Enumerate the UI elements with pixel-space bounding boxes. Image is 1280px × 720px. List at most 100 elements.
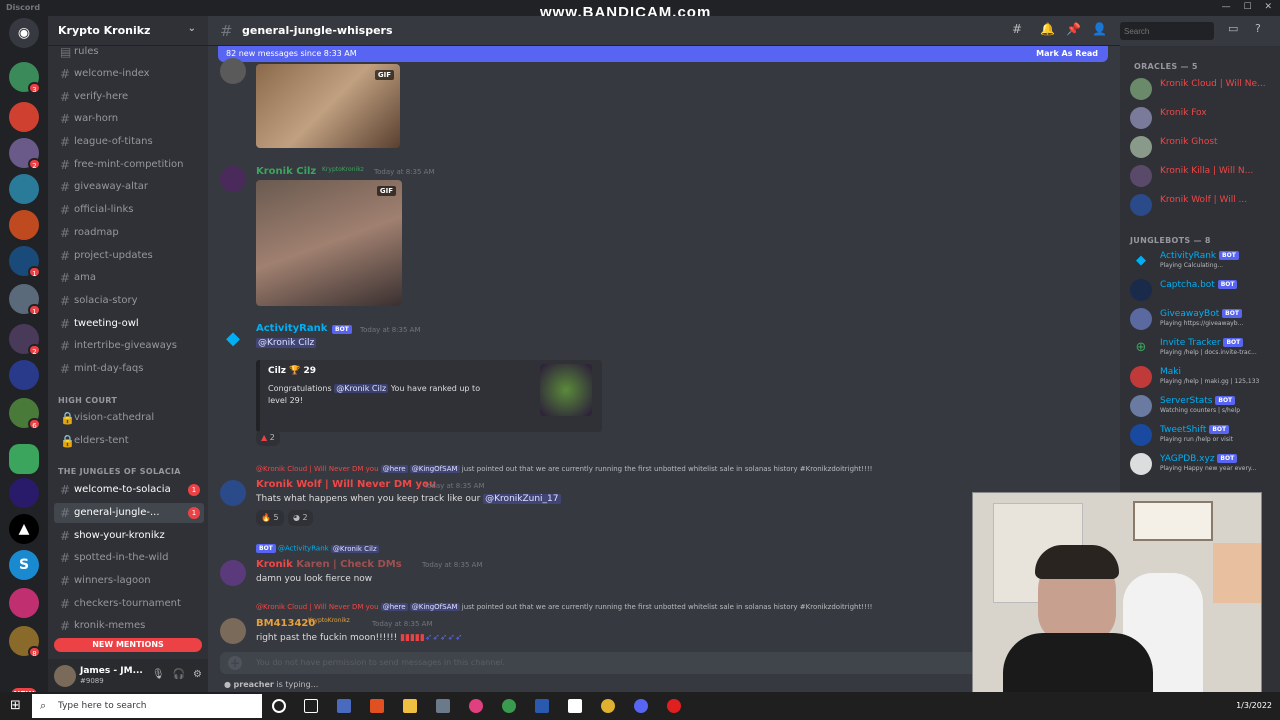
close-icon[interactable]: ✕ [1264,2,1272,12]
avatar[interactable] [220,166,246,192]
windows-start-icon[interactable]: ⊞ [10,698,21,713]
channel-war-horn[interactable]: # war-horn [54,109,204,129]
discord-home-icon[interactable]: ◉ [9,18,39,48]
avatar[interactable]: ◆ [220,326,246,352]
avatar[interactable] [220,560,246,586]
inbox-icon[interactable]: ▭ [1228,22,1238,35]
task-view-icon[interactable] [304,699,318,713]
member-item[interactable]: Kronik Ghost [1130,134,1275,160]
channel-solacia-story[interactable]: # solacia-story [54,291,204,311]
chrome-icon[interactable] [502,699,516,713]
channel-tweeting-owl[interactable]: # tweeting-owl [54,314,204,334]
member-item[interactable]: Kronik Wolf | Will ... [1130,192,1275,218]
app-icon[interactable] [436,699,450,713]
gear-icon[interactable]: ⚙ [193,669,202,680]
server-icon[interactable] [9,174,39,204]
member-item[interactable]: ⊕ Invite Tracker BOT Playing /help | docs.… [1130,335,1275,361]
app-icon[interactable] [370,699,384,713]
member-item[interactable]: Kronik Killa | Will N... [1130,163,1275,189]
message-author[interactable]: Kronik Karen | Check DMs [256,559,402,570]
app-icon[interactable] [469,699,483,713]
channel-checkers-tournament[interactable]: # checkers-tournament [54,594,204,614]
avatar[interactable] [220,480,246,506]
server-icon[interactable] [9,102,39,132]
app-icon[interactable] [337,699,351,713]
channel-kronik-memes[interactable]: # kronik-memes [54,616,204,636]
headphones-icon[interactable]: 🎧 [173,669,185,680]
server-icon[interactable] [9,210,39,240]
taskbar-date[interactable]: 1/3/2022 [1236,701,1272,710]
member-item[interactable]: YAGPDB.xyz BOT Playing Happy new year eve… [1130,451,1275,477]
server-icon[interactable]: S [9,550,39,580]
channel-roadmap[interactable]: # roadmap [54,223,204,243]
server-icon[interactable] [9,588,39,618]
reply-preview[interactable]: BOT @ActivityRank @Kronik Cilz [256,544,379,553]
new-messages-bar[interactable]: 82 new messages since 8:33 AM Mark As Re… [218,46,1108,62]
plus-icon[interactable]: + [228,656,242,670]
user-mention[interactable]: @Kronik Cilz [334,384,389,393]
channel-elders-tent[interactable]: 🔒 elders-tent [54,431,204,451]
channel-show-your-kronikz[interactable]: # show-your-kronikz [54,526,204,546]
gif-image[interactable]: GIF [256,180,402,306]
channel-rules[interactable]: ▤ rules [54,42,204,62]
word-icon[interactable] [535,699,549,713]
member-item[interactable]: Kronik Fox [1130,105,1275,131]
channel-ama[interactable]: # ama [54,268,204,288]
message-author[interactable]: BM413420 [256,618,315,629]
category-high-court[interactable]: HIGH COURT [58,396,117,405]
channel-spotted-in-the-wild[interactable]: # spotted-in-the-wild [54,548,204,568]
member-item[interactable]: ServerStats BOT Watching counters | s/hel… [1130,393,1275,419]
members-icon[interactable]: 👤 [1092,22,1107,36]
channel-mint-day-faqs[interactable]: # mint-day-faqs [54,359,204,379]
channel-giveaway-altar[interactable]: # giveaway-altar [54,177,204,197]
embed-thumbnail[interactable] [540,364,592,416]
taskbar-search[interactable]: ⌕ Type here to search [32,694,262,718]
member-item[interactable]: Captcha.bot BOT [1130,277,1275,303]
avatar[interactable] [220,618,246,644]
reaction[interactable]: 🔥 5 [256,510,284,526]
member-item[interactable]: Kronik Cloud | Will Ne... [1130,76,1275,102]
search-input[interactable] [1120,22,1214,40]
channel-official-links[interactable]: # official-links [54,200,204,220]
app-icon[interactable] [568,699,582,713]
reply-preview[interactable]: @Kronik Cloud | Will Never DM you @here … [256,465,872,473]
pin-icon[interactable]: 📌 [1066,22,1081,36]
avatar[interactable] [54,665,76,687]
channel-vision-cathedral[interactable]: 🔒 vision-cathedral [54,408,204,428]
channel-verify-here[interactable]: # verify-here [54,87,204,107]
reaction[interactable]: ▲ 2 [256,430,280,446]
server-icon[interactable] [9,360,39,390]
gif-image[interactable]: GIF [256,64,400,148]
bell-icon[interactable]: 🔔 [1040,22,1055,36]
user-mention[interactable]: @KronikZuni_17 [483,494,561,504]
mute-icon[interactable]: 🎙 [152,669,165,680]
user-mention[interactable]: @Kronik Cilz [256,338,317,348]
channel-project-updates[interactable]: # project-updates [54,246,204,266]
help-icon[interactable]: ? [1255,22,1261,35]
member-item[interactable]: GiveawayBot BOT Playing https://giveawayb… [1130,306,1275,332]
record-icon[interactable] [667,699,681,713]
reaction[interactable]: ◕ 2 [288,510,313,526]
channel-general-jungle-whispers[interactable]: # general-jungle-... 1 [54,503,204,523]
message-author[interactable]: Kronik Cilz [256,166,316,177]
member-item[interactable]: Maki Playing /help | maki.gg | 125,133 [1130,364,1275,390]
channel-intertribe-giveaways[interactable]: # intertribe-giveaways [54,336,204,356]
maximize-icon[interactable]: ☐ [1244,2,1252,12]
chrome-icon[interactable] [601,699,615,713]
message-author[interactable]: Kronik Wolf | Will Never DM you [256,479,436,490]
cortana-icon[interactable] [272,699,286,713]
avatar[interactable] [220,58,246,84]
category-jungles[interactable]: THE JUNGLES OF SOLACIA [58,467,181,476]
server-icon[interactable] [9,444,39,474]
member-item[interactable]: ◆ ActivityRank BOT Playing Calculating... [1130,248,1275,274]
mark-as-read-button[interactable]: Mark As Read [1036,46,1098,62]
chevron-down-icon[interactable]: ⌄ [188,23,196,34]
channel-free-mint-competition[interactable]: # free-mint-competition [54,155,204,175]
message-author[interactable]: ActivityRank [256,323,327,334]
channel-league-of-titans[interactable]: # league-of-titans [54,132,204,152]
discord-taskbar-icon[interactable] [634,699,648,713]
channel-welcome-index[interactable]: # welcome-index [54,64,204,84]
minimize-icon[interactable]: — [1222,2,1231,12]
server-icon[interactable]: ▲ [9,514,39,544]
file-explorer-icon[interactable] [403,699,417,713]
